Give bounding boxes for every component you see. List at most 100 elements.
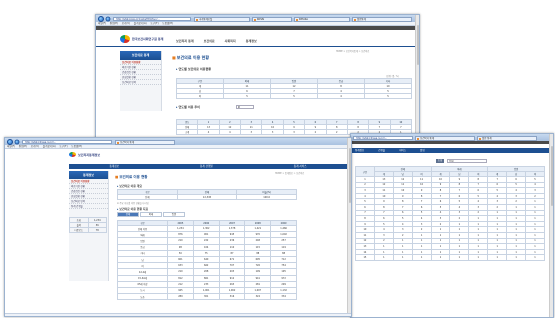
- table-cell: 12,345: [176, 194, 238, 200]
- page-title: 보건의료 이용 현황: [172, 55, 209, 61]
- section-title: 보건의료 이용 개요: [117, 184, 142, 188]
- menu-item[interactable]: 도움말(H): [162, 22, 173, 25]
- page-icon: [478, 137, 482, 140]
- sidebar-item[interactable]: 통계 간행물: [69, 204, 108, 209]
- site-top-bar: [351, 141, 553, 144]
- gnb-item[interactable]: 알림: [420, 148, 425, 153]
- menu-item[interactable]: 보기(V): [31, 145, 39, 148]
- menu-item[interactable]: 즐겨찾기(A): [134, 22, 147, 25]
- menu-item[interactable]: 편집(E): [19, 145, 27, 148]
- browser-tab[interactable]: KIHASA: [294, 16, 350, 22]
- table-header-row: 구분 전체 비율(%): [117, 189, 297, 195]
- forward-icon[interactable]: [14, 139, 20, 144]
- gnb-item[interactable]: 간행물: [378, 148, 385, 153]
- breadcrumb: HOME > 통계정보 > 보건의료: [275, 172, 305, 175]
- table-header: 구분: [355, 166, 375, 177]
- gnb-item[interactable]: 보건의료: [204, 39, 215, 43]
- search-button[interactable]: 조회: [436, 159, 444, 163]
- scrollbar-thumb[interactable]: [550, 146, 553, 206]
- menu-item[interactable]: 도구(T): [150, 22, 158, 25]
- sidebar-header: 통계정보: [69, 171, 108, 179]
- filter-select[interactable]: 전체: [447, 159, 487, 163]
- table-row: 농촌 289 301 316 324 334: [117, 293, 297, 301]
- global-nav: 통계정보 통계 간행물 통계 서비스: [69, 164, 347, 169]
- menu-bar: 파일(F) 편집(E) 보기(V) 즐겨찾기(A) 도구(T) 도움말(H): [5, 145, 351, 149]
- table-cell: 100.0: [236, 194, 297, 200]
- table-row: 여 5 5 4 5: [176, 93, 412, 99]
- gnb-item[interactable]: 통계정보: [109, 164, 119, 169]
- forward-icon[interactable]: [105, 16, 111, 21]
- logo-mark-icon: [120, 35, 130, 43]
- logo-mark-icon: [69, 152, 76, 157]
- table-cell: 324: [244, 293, 272, 301]
- table-cell: 2: [304, 129, 327, 135]
- browser-tab[interactable]: 보건복지 통계: [415, 135, 475, 141]
- vertical-scrollbar[interactable]: [549, 134, 553, 317]
- menu-item[interactable]: 편집(E): [110, 22, 118, 25]
- section-title: 보건의료 이용 현황 지표: [117, 207, 148, 211]
- back-icon[interactable]: [7, 138, 13, 145]
- back-icon[interactable]: [98, 15, 104, 22]
- browser-tab[interactable]: 일반통계: [352, 16, 412, 22]
- tab-label: 국가통계포털: [199, 17, 213, 21]
- browser-tab[interactable]: KOSIS: [252, 16, 292, 22]
- menu-item[interactable]: 즐겨찾기(A): [43, 145, 56, 148]
- gnb-item[interactable]: 통계정보: [246, 39, 257, 43]
- sidebar: 통계정보 보건의료 이용현황 의료기관 현황 건강검진 현황 만성질환 현황 보…: [69, 171, 109, 281]
- sidebar-item[interactable]: 보건의료 인력: [120, 80, 161, 85]
- gnb-item[interactable]: 서비스: [399, 148, 406, 153]
- menu-item[interactable]: 파일(F): [98, 22, 106, 25]
- page-title: 보건의료 이용 현황: [115, 175, 147, 180]
- year-select[interactable]: ▼: [236, 105, 254, 109]
- browser-tab[interactable]: 일반 통계: [477, 135, 537, 141]
- menu-item[interactable]: 보기(V): [122, 22, 130, 25]
- table-cell: 1: [487, 254, 508, 261]
- gnb-item[interactable]: 보건복지 통계: [176, 39, 194, 43]
- filter-tab[interactable]: 외래: [140, 212, 162, 217]
- page-icon: [116, 141, 120, 144]
- stat-value: 78: [87, 227, 107, 233]
- table-cell: 3: [261, 129, 284, 135]
- table-cell: 5: [223, 93, 271, 99]
- table-cell: 1: [468, 254, 489, 261]
- browser-tab[interactable]: 국가통계포털: [194, 16, 250, 22]
- address-bar[interactable]: http://stat.kihasa.re.kr/...: [22, 139, 112, 144]
- site-logo[interactable]: 보건복지통계정보: [69, 152, 100, 157]
- table-cell: 1: [430, 254, 451, 261]
- filter-tabs: 전체 외래 입원: [117, 212, 185, 217]
- vertical-scrollbar[interactable]: [347, 138, 351, 316]
- address-bar[interactable]: http://stat.kihasa.re.kr/...: [353, 135, 413, 140]
- gnb-item[interactable]: 통계 서비스: [294, 164, 307, 169]
- data-table: 구분 전체 외래 입원 계 남 여 계 남 여 계 남 여 1 13 12 11 10 9…: [355, 166, 545, 261]
- table-cell: 4: [218, 129, 242, 135]
- table-cell: 289: [167, 293, 194, 301]
- table-cell: 3: [240, 129, 263, 135]
- page-icon: [195, 18, 199, 21]
- address-bar[interactable]: http://stat.kosis.kr/nsibsHtmlSvc/...: [113, 16, 191, 21]
- filter-tab[interactable]: 전체: [117, 212, 139, 217]
- global-nav: 통계정보 간행물 서비스 알림: [351, 148, 553, 153]
- stat-label: 다운로드: [69, 227, 89, 233]
- table-cell: 334: [270, 293, 297, 301]
- table-cell: 1: [392, 254, 413, 261]
- stat-row: 다운로드 78: [69, 227, 107, 233]
- summary-table: 구분 전체 비율(%) 전체 12,345 100.0: [117, 189, 297, 200]
- filter-tab[interactable]: 입원: [163, 212, 185, 217]
- menu-item[interactable]: 파일(F): [7, 145, 15, 148]
- gnb-item[interactable]: 사회복지: [225, 39, 236, 43]
- site-logo[interactable]: 한국보건사회연구원 통계: [120, 35, 163, 43]
- table-cell: 소계: [175, 129, 199, 135]
- menu-item[interactable]: 도움말(H): [71, 145, 82, 148]
- browser-tab[interactable]: 보건복지 통계: [115, 139, 175, 145]
- page-icon: [416, 137, 420, 140]
- gnb-item[interactable]: 통계 간행물: [200, 164, 213, 169]
- gnb-item[interactable]: 통계정보: [355, 148, 364, 153]
- table-body: 1 13 12 11 10 9 8 7 6 5 2 12 11 10 9 8 7 6 5 4 3 11 10 9 8 7 6 5 4 3 4…: [355, 176, 545, 261]
- menu-item[interactable]: 도구(T): [59, 145, 67, 148]
- page-icon: [353, 18, 357, 21]
- table-row: 15 1 1 1 1 1 1 1 1 1: [355, 254, 545, 261]
- tab-label: 일반 통계: [482, 136, 492, 140]
- scrollbar-thumb[interactable]: [416, 25, 419, 65]
- note-text: ※ 주요 지표별 이용 현황을 나타냄: [117, 202, 149, 205]
- scrollbar-thumb[interactable]: [348, 148, 351, 203]
